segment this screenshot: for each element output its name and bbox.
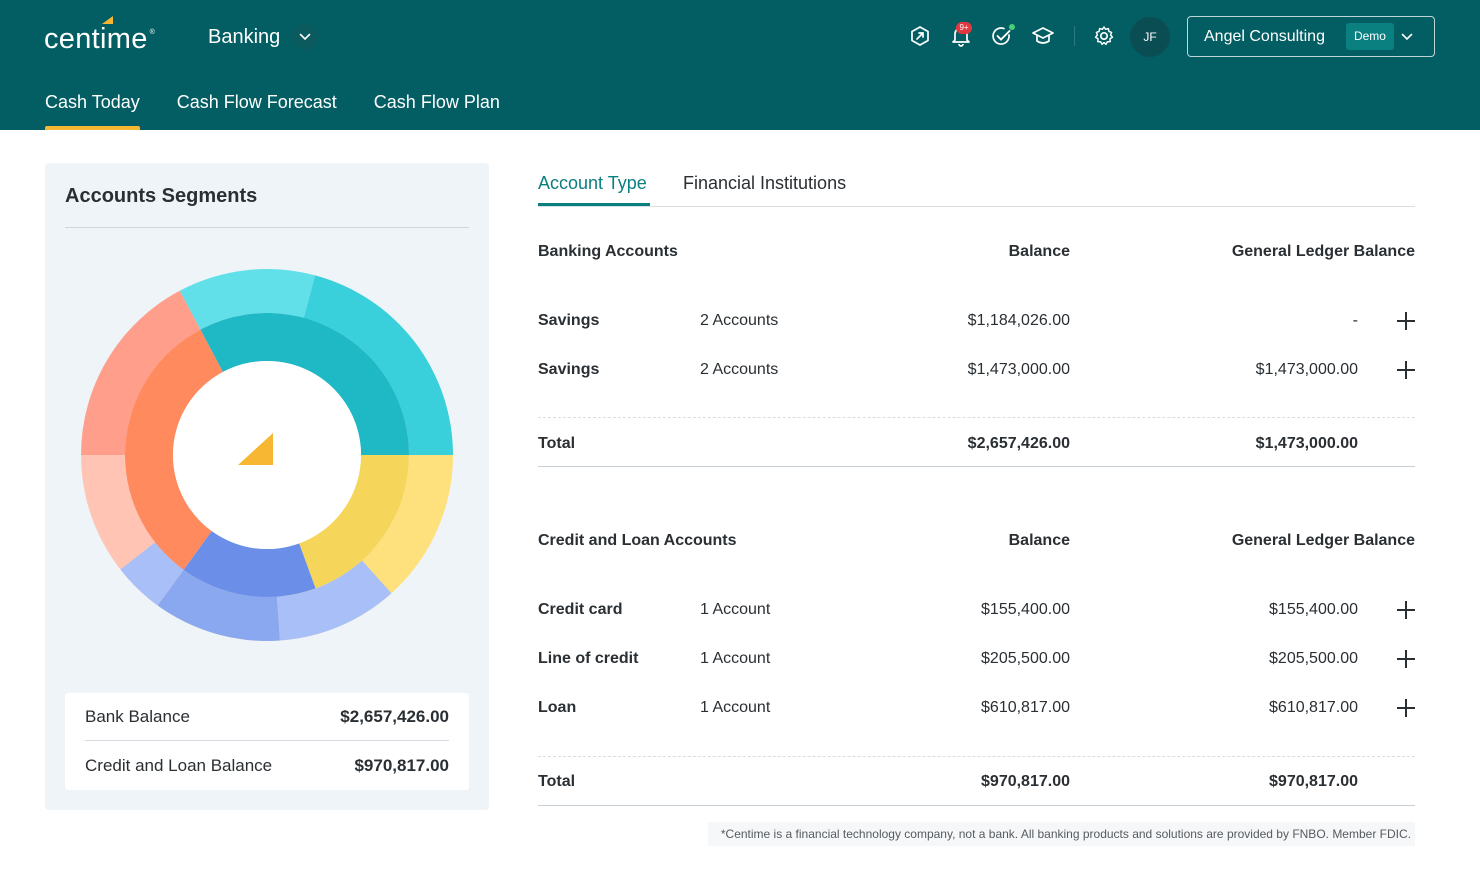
table-bottom-rule	[538, 466, 1415, 467]
logo-text: centime	[44, 23, 148, 55]
summary-value: $2,657,426.00	[340, 706, 449, 726]
tab-cash-flow-forecast[interactable]: Cash Flow Forecast	[177, 92, 337, 130]
balance-summary: Bank Balance $2,657,426.00 Credit and Lo…	[65, 693, 469, 790]
expand-row-icon[interactable]	[1397, 699, 1415, 717]
column-header-gl-balance: General Ledger Balance	[1231, 243, 1415, 260]
chevron-down-icon[interactable]	[1401, 28, 1413, 46]
tab-cash-today[interactable]: Cash Today	[45, 92, 140, 130]
table-heading: Banking Accounts	[538, 243, 678, 260]
total-balance: $2,657,426.00	[967, 435, 1070, 452]
balance-value: $1,184,026.00	[967, 312, 1070, 329]
centime-logo[interactable]: centime ®	[44, 16, 155, 55]
gear-icon[interactable]	[1090, 22, 1118, 50]
expand-row-icon[interactable]	[1397, 312, 1415, 330]
table-heading: Credit and Loan Accounts	[538, 532, 737, 549]
account-count: 1 Account	[700, 650, 771, 667]
total-gl-balance: $1,473,000.00	[1255, 435, 1358, 452]
gl-balance-value: $155,400.00	[1269, 601, 1358, 618]
summary-value: $970,817.00	[354, 756, 449, 775]
column-header-balance: Balance	[1008, 532, 1070, 549]
row-separator	[538, 756, 1415, 757]
balance-value: $610,817.00	[981, 699, 1070, 716]
insights-icon[interactable]	[906, 22, 934, 50]
balance-value: $205,500.00	[981, 650, 1070, 667]
account-name: Savings	[538, 361, 600, 378]
expand-row-icon[interactable]	[1397, 361, 1415, 379]
logo-accent-icon	[102, 16, 113, 24]
card-title: Accounts Segments	[65, 185, 258, 207]
column-header-balance: Balance	[1008, 243, 1070, 260]
total-gl-balance: $970,817.00	[1269, 773, 1358, 790]
account-count: 2 Accounts	[700, 312, 779, 329]
account-name: Credit card	[538, 601, 623, 618]
gl-balance-value: -	[1352, 312, 1358, 329]
tab-account-type[interactable]: Account Type	[538, 173, 647, 194]
main-nav: Cash Today Cash Flow Forecast Cash Flow …	[45, 92, 537, 130]
graduation-cap-icon[interactable]	[1029, 22, 1057, 50]
active-tab-indicator	[538, 203, 650, 206]
notification-badge: 9+	[956, 22, 972, 34]
tab-financial-institutions[interactable]: Financial Institutions	[683, 173, 846, 194]
company-name: Angel Consulting	[1204, 27, 1325, 45]
tab-cash-flow-plan[interactable]: Cash Flow Plan	[374, 92, 500, 130]
segments-donut-chart	[80, 269, 453, 641]
total-label: Total	[538, 773, 576, 790]
expand-row-icon[interactable]	[1397, 650, 1415, 668]
logo-trademark: ®	[149, 29, 155, 36]
gl-balance-value: $610,817.00	[1269, 699, 1358, 716]
expand-row-icon[interactable]	[1397, 601, 1415, 619]
account-name: Line of credit	[538, 650, 639, 667]
module-switcher[interactable]: Banking	[208, 24, 319, 50]
banking-accounts-table: Banking Accounts Balance General Ledger …	[538, 240, 1415, 470]
summary-row: Bank Balance $2,657,426.00	[85, 693, 449, 741]
status-dot	[1009, 24, 1015, 30]
credit-loan-accounts-table: Credit and Loan Accounts Balance General…	[538, 529, 1415, 809]
balance-value: $1,473,000.00	[967, 361, 1070, 378]
disclaimer-footnote: *Centime is a financial technology compa…	[708, 822, 1415, 846]
table-bottom-rule	[538, 805, 1415, 806]
task-check-icon[interactable]	[988, 22, 1016, 50]
gl-balance-value: $1,473,000.00	[1255, 361, 1358, 378]
module-label: Banking	[208, 25, 281, 48]
account-name: Savings	[538, 312, 600, 329]
view-tabs: Account Type Financial Institutions	[538, 163, 1415, 207]
summary-label: Credit and Loan Balance	[85, 756, 273, 775]
top-bar: centime ® Banking 9+ JF Angel Consulting…	[0, 0, 1480, 130]
account-count: 1 Account	[700, 601, 771, 618]
bell-icon[interactable]: 9+	[947, 22, 975, 50]
balance-value: $155,400.00	[981, 601, 1070, 618]
divider	[65, 227, 469, 228]
chevron-down-icon[interactable]	[292, 24, 319, 50]
account-count: 1 Account	[700, 699, 771, 716]
account-name: Loan	[538, 699, 577, 716]
total-label: Total	[538, 435, 576, 452]
summary-row: Credit and Loan Balance $970,817.00	[85, 742, 449, 790]
account-count: 2 Accounts	[700, 361, 779, 378]
total-balance: $970,817.00	[981, 773, 1070, 790]
gl-balance-value: $205,500.00	[1269, 650, 1358, 667]
summary-label: Bank Balance	[85, 706, 190, 726]
company-switcher[interactable]: Angel Consulting Demo	[1187, 16, 1435, 57]
accounts-segments-card: Accounts Segments Bank Balance $2,657,42…	[45, 163, 489, 810]
column-header-gl-balance: General Ledger Balance	[1231, 532, 1415, 549]
header-divider	[1074, 26, 1075, 46]
demo-badge: Demo	[1345, 23, 1394, 50]
avatar[interactable]: JF	[1130, 17, 1170, 57]
row-separator	[538, 417, 1415, 418]
